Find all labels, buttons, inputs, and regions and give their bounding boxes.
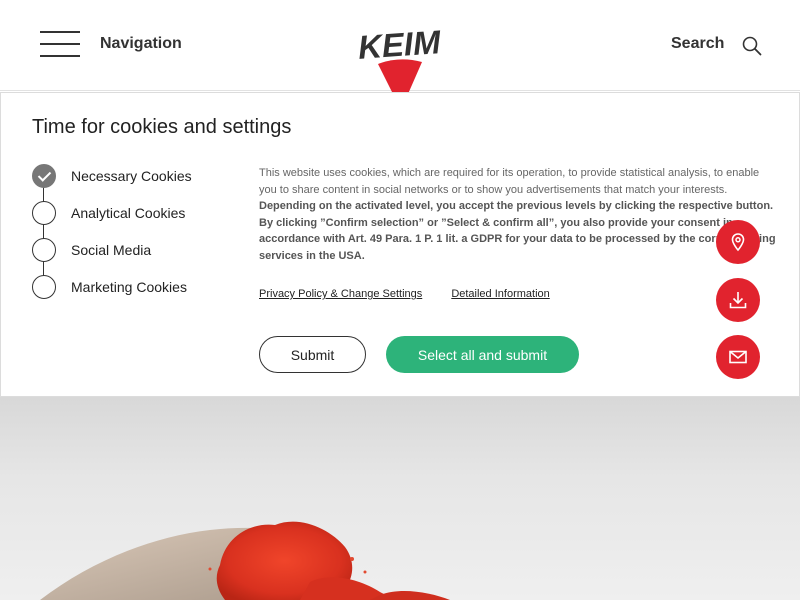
detailed-information-link[interactable]: Detailed Information xyxy=(451,288,549,300)
cookie-description: This website uses cookies, which are req… xyxy=(259,165,779,264)
location-button[interactable] xyxy=(716,220,760,264)
location-pin-icon xyxy=(731,233,745,252)
privacy-policy-link[interactable]: Privacy Policy & Change Settings xyxy=(259,288,422,300)
level-necessary-cookies[interactable]: Necessary Cookies xyxy=(32,164,232,188)
search-icon[interactable] xyxy=(742,36,762,56)
download-icon xyxy=(729,292,747,309)
site-header: Navigation KEIM Search xyxy=(0,0,800,110)
level-label: Analytical Cookies xyxy=(71,205,186,221)
description-consent-text: Depending on the activated level, you ac… xyxy=(259,200,776,262)
menu-icon[interactable] xyxy=(40,31,80,57)
contact-mail-button[interactable] xyxy=(716,335,760,379)
select-all-submit-button[interactable]: Select all and submit xyxy=(386,336,579,373)
cookie-links: Privacy Policy & Change Settings Detaile… xyxy=(259,288,576,300)
levels-connector-line xyxy=(43,176,44,287)
radio-icon[interactable] xyxy=(32,238,56,262)
cookie-consent-panel: Time for cookies and settings Necessary … xyxy=(0,92,800,397)
hero-image xyxy=(0,397,800,600)
submit-button[interactable]: Submit xyxy=(259,336,366,373)
search-label[interactable]: Search xyxy=(671,35,724,53)
checked-radio-icon[interactable] xyxy=(32,164,56,188)
navigation-label[interactable]: Navigation xyxy=(100,35,182,53)
level-label: Necessary Cookies xyxy=(71,168,192,184)
level-marketing-cookies[interactable]: Marketing Cookies xyxy=(32,275,232,299)
cookie-levels: Necessary Cookies Analytical Cookies Soc… xyxy=(32,164,232,304)
svg-text:KEIM: KEIM xyxy=(357,23,443,66)
cookie-title: Time for cookies and settings xyxy=(32,116,292,138)
mail-icon xyxy=(729,350,747,364)
description-text: This website uses cookies, which are req… xyxy=(259,167,760,196)
radio-icon[interactable] xyxy=(32,201,56,225)
download-button[interactable] xyxy=(716,278,760,322)
level-label: Marketing Cookies xyxy=(71,279,187,295)
radio-icon[interactable] xyxy=(32,275,56,299)
level-label: Social Media xyxy=(71,242,152,258)
red-pigment-photo xyxy=(40,521,450,600)
level-social-media[interactable]: Social Media xyxy=(32,238,232,262)
level-analytical-cookies[interactable]: Analytical Cookies xyxy=(32,201,232,225)
